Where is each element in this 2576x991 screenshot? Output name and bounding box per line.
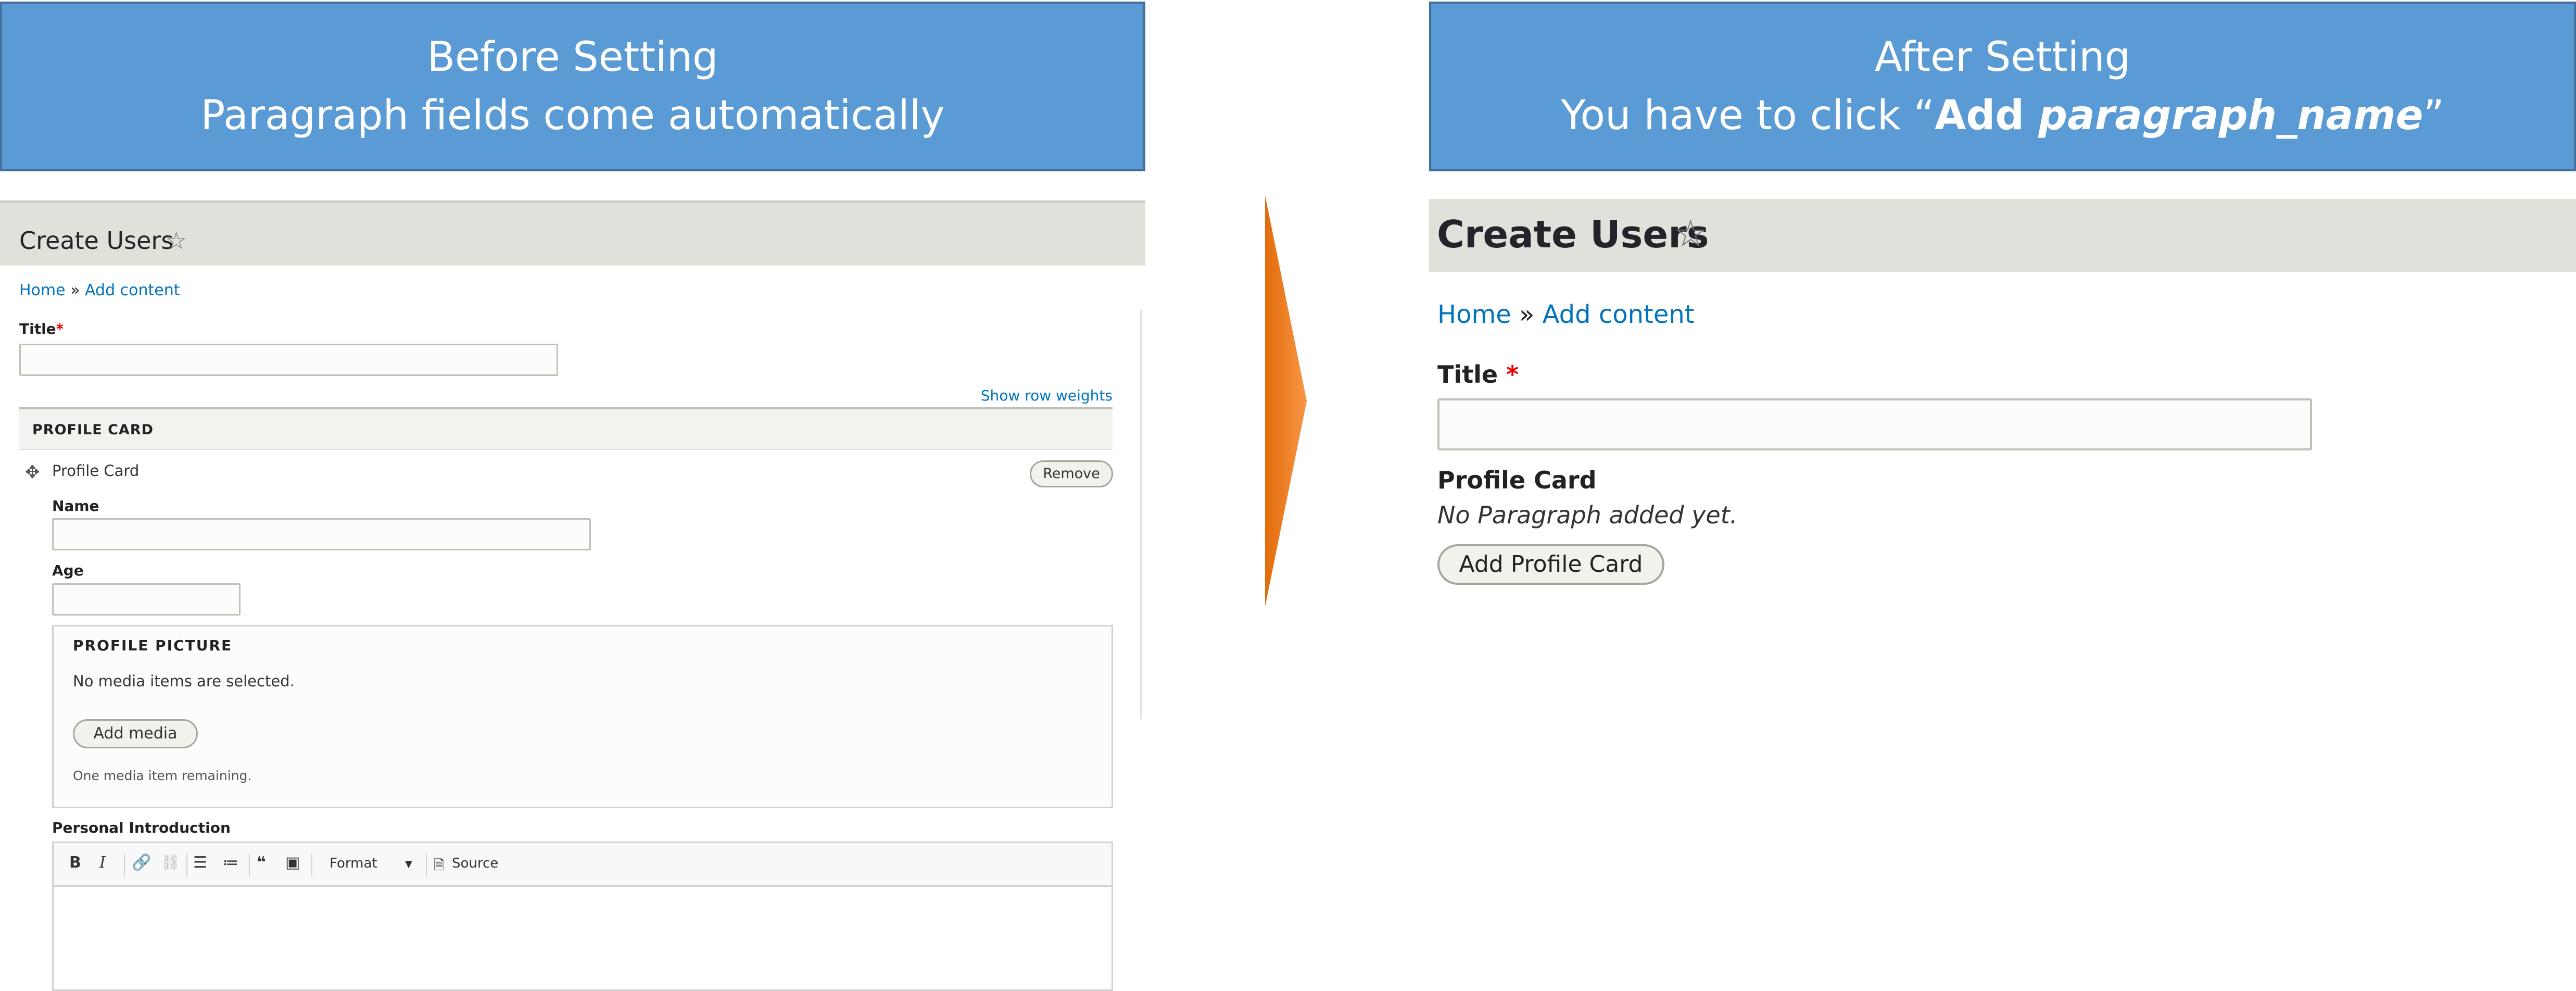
after-banner-line1: After Setting bbox=[1874, 34, 2131, 81]
before-screenshot: Create Users ☆ Home » Add content Title*… bbox=[0, 200, 1145, 991]
source-button[interactable]: Source bbox=[452, 856, 498, 871]
table-header-label: PROFILE CARD bbox=[32, 422, 154, 438]
bold-icon[interactable]: B bbox=[69, 854, 81, 872]
media-remaining-text: One media item remaining. bbox=[73, 768, 252, 783]
after-breadcrumb-home-link[interactable]: Home bbox=[1437, 300, 1511, 329]
after-banner-bold: Add bbox=[1935, 92, 2039, 139]
after-banner-line2: You have to click “Add paragraph_name” bbox=[1561, 86, 2444, 145]
format-dropdown[interactable]: Format bbox=[330, 856, 377, 871]
bulleted-list-icon[interactable]: ☰ bbox=[193, 854, 207, 872]
name-input[interactable] bbox=[52, 518, 591, 550]
age-input[interactable] bbox=[52, 583, 241, 616]
show-row-weights-link[interactable]: Show row weights bbox=[981, 387, 1113, 404]
after-star-icon[interactable]: ☆ bbox=[1674, 211, 1708, 255]
add-media-button[interactable]: Add media bbox=[73, 719, 198, 748]
divider bbox=[1140, 310, 1142, 719]
profile-picture-fieldset: PROFILE PICTURE No media items are selec… bbox=[52, 625, 1113, 808]
after-banner: After Setting You have to click “Add par… bbox=[1429, 2, 2576, 171]
star-icon[interactable]: ☆ bbox=[166, 227, 187, 255]
paragraph-row-title: Profile Card bbox=[52, 462, 140, 480]
before-banner-line1: Before Setting bbox=[427, 34, 718, 81]
breadcrumb-home-link[interactable]: Home bbox=[19, 281, 66, 299]
source-icon[interactable]: 🗎 bbox=[434, 856, 445, 879]
right-arrow-icon bbox=[1265, 195, 1307, 607]
blockquote-icon[interactable]: ❝ bbox=[257, 854, 266, 872]
after-title-input[interactable] bbox=[1437, 398, 2312, 450]
profile-card-label: Profile Card bbox=[1437, 466, 1597, 494]
personal-introduction-label: Personal Introduction bbox=[52, 819, 231, 836]
add-profile-card-button[interactable]: Add Profile Card bbox=[1437, 544, 1664, 585]
after-breadcrumb-add-content-link[interactable]: Add content bbox=[1543, 300, 1695, 329]
profile-card-table-header: PROFILE CARD bbox=[19, 407, 1113, 450]
breadcrumb-separator: » bbox=[70, 281, 80, 299]
name-label: Name bbox=[52, 497, 99, 515]
after-page-title: Create Users bbox=[1437, 212, 1709, 256]
after-banner-suffix: ” bbox=[2423, 92, 2444, 139]
remove-button[interactable]: Remove bbox=[1030, 460, 1113, 487]
required-mark: * bbox=[56, 320, 64, 337]
after-required-mark: * bbox=[1506, 360, 1519, 388]
editor-body[interactable] bbox=[52, 887, 1113, 991]
breadcrumb-add-content-link[interactable]: Add content bbox=[85, 281, 180, 299]
chevron-down-icon[interactable]: ▼ bbox=[405, 859, 412, 870]
no-media-text: No media items are selected. bbox=[73, 672, 295, 690]
before-banner-line2: Paragraph fields come automatically bbox=[200, 92, 945, 139]
numbered-list-icon[interactable]: ≔ bbox=[223, 854, 238, 872]
editor-toolbar: B I 🔗 ⛓ ☰ ≔ ❝ ▣ Format ▼ 🗎 Source bbox=[52, 842, 1113, 887]
title-input[interactable] bbox=[19, 344, 558, 376]
italic-icon[interactable]: I bbox=[99, 854, 106, 872]
no-paragraph-text: No Paragraph added yet. bbox=[1437, 501, 1738, 529]
page-title: Create Users bbox=[19, 227, 174, 255]
after-title-label: Title * bbox=[1437, 360, 1519, 388]
link-icon[interactable]: 🔗 bbox=[132, 854, 151, 872]
breadcrumb: Home » Add content bbox=[19, 281, 180, 299]
after-breadcrumb: Home » Add content bbox=[1437, 300, 1695, 329]
drag-handle-icon[interactable]: ✥ bbox=[25, 462, 40, 483]
image-icon[interactable]: ▣ bbox=[285, 854, 300, 872]
before-banner: Before Setting Paragraph fields come aut… bbox=[0, 2, 1145, 171]
after-banner-prefix: You have to click “ bbox=[1561, 92, 1935, 139]
age-label: Age bbox=[52, 562, 84, 579]
after-banner-bold-italic: paragraph_name bbox=[2038, 92, 2423, 139]
unlink-icon[interactable]: ⛓ bbox=[160, 854, 180, 872]
profile-picture-legend: PROFILE PICTURE bbox=[73, 637, 233, 654]
after-breadcrumb-separator: » bbox=[1519, 300, 1535, 329]
title-label: Title* bbox=[19, 320, 64, 337]
